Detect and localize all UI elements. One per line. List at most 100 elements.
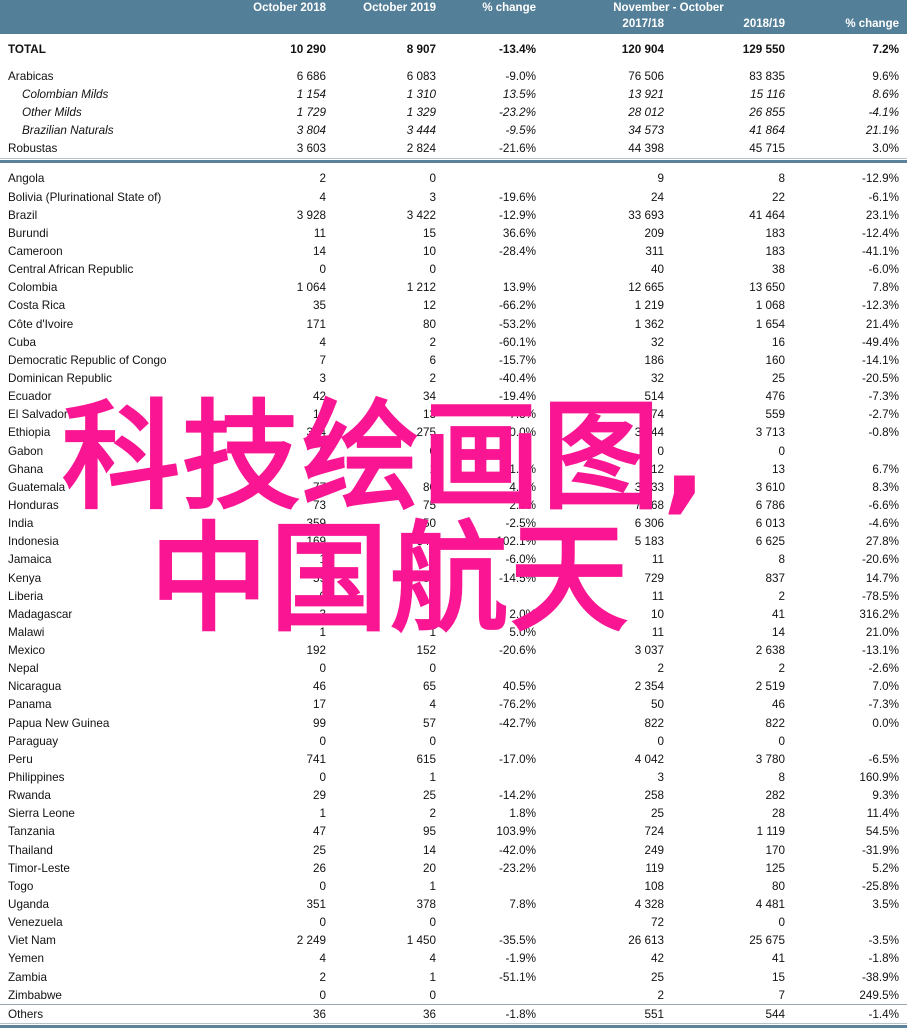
header-cell-blank-1: [223, 16, 334, 34]
row-value-2: 14: [422, 843, 436, 857]
row-value-2: 0: [429, 988, 436, 1002]
row-value-4: 2: [657, 988, 664, 1002]
row-value-1: 0: [319, 988, 326, 1002]
row-value-3: -9.0%: [505, 69, 536, 83]
row-value-4: 72: [650, 916, 664, 930]
table-row: Madagascar 3 3 2.0% 10 41 316.2%: [0, 605, 907, 623]
row-value-5: 6 013: [755, 517, 785, 531]
row-value-5: 41: [771, 952, 785, 966]
row-value-5: 13 650: [749, 281, 785, 295]
row-value-6: 23.1%: [865, 208, 899, 222]
row-label: Papua New Guinea: [8, 716, 110, 730]
row-value-4: 2: [657, 662, 664, 676]
row-value-4: 6 306: [634, 517, 664, 531]
row-value-4: 44 398: [628, 142, 664, 156]
row-value-6: 27.8%: [865, 535, 899, 549]
row-value-1: 3 928: [296, 208, 326, 222]
row-value-6: -12.9%: [861, 172, 899, 186]
row-value-5: 41: [771, 607, 785, 621]
row-value-6: 8.6%: [872, 87, 899, 101]
row-value-1: 2 249: [296, 934, 326, 948]
row-value-6: -1.4%: [868, 1007, 899, 1021]
row-value-1: 3: [319, 371, 326, 385]
row-value-3: -76.2%: [498, 698, 536, 712]
row-label: Costa Rica: [8, 299, 66, 313]
row-value-2: 20: [422, 861, 436, 875]
row-value-2: 3 444: [406, 124, 436, 138]
row-label: Rwanda: [8, 789, 51, 803]
row-value-1: 3 804: [296, 124, 326, 138]
row-value-2: 1: [429, 553, 436, 567]
row-value-1: 0: [319, 444, 326, 458]
row-value-4: 119: [645, 861, 664, 875]
row-value-5: 46: [771, 698, 785, 712]
row-value-4: 76 506: [628, 69, 664, 83]
row-label: Ethiopia: [8, 426, 51, 440]
row-value-1: 77: [312, 480, 326, 494]
row-value-3: -42.0%: [498, 843, 536, 857]
row-value-3: -1.8%: [505, 1007, 536, 1021]
row-value-1: 3 603: [296, 142, 326, 156]
row-value-5: 0: [778, 444, 785, 458]
row-label: Peru: [8, 752, 33, 766]
row-value-2: 1 212: [406, 281, 436, 295]
row-value-2: 2 824: [406, 142, 436, 156]
row-value-5: 2 519: [755, 680, 785, 694]
table-row: El Salvador 14 13 -7.8% 574 559 -2.7%: [0, 406, 907, 424]
row-value-4: 551: [644, 1007, 664, 1021]
row-value-5: 14: [771, 625, 785, 639]
row-value-3: -9.5%: [505, 124, 536, 138]
table-row: Tanzania 47 95 103.9% 724 1 119 54.5%: [0, 823, 907, 841]
row-value-1: 359: [306, 517, 326, 531]
table-row: Viet Nam 2 249 1 450 -35.5% 26 613 25 675 -3.5…: [0, 932, 907, 950]
row-value-5: 476: [765, 390, 785, 404]
table-row: Zambia 2 1 -51.1% 25 15 -38.9%: [0, 968, 907, 986]
row-value-1: 3: [319, 607, 326, 621]
row-value-6: 0.0%: [872, 716, 899, 730]
table-row: Cameroon 14 10 -28.4% 311 183 -41.1%: [0, 242, 907, 260]
row-value-2: 15: [422, 226, 436, 240]
row-value-3: -23.2%: [498, 861, 536, 875]
table-row: Kenya 59 50 -14.5% 729 837 14.7%: [0, 569, 907, 587]
row-value-2: 6 083: [406, 69, 436, 83]
row-value-2: 1: [429, 879, 436, 893]
row-value-5: 6 786: [755, 498, 785, 512]
row-value-6: -49.4%: [861, 335, 899, 349]
row-label: Venezuela: [8, 916, 63, 930]
row-value-3: -21.6%: [498, 142, 536, 156]
row-value-4: 42: [650, 952, 664, 966]
row-value-1: 17: [312, 698, 326, 712]
row-value-5: 0: [778, 916, 785, 930]
table-row: Rwanda 29 25 -14.2% 258 282 9.3%: [0, 787, 907, 805]
row-value-6: 3.5%: [872, 898, 899, 912]
row-value-6: -25.8%: [861, 879, 899, 893]
row-label: Mexico: [8, 644, 46, 658]
row-value-6: -78.5%: [861, 589, 899, 603]
row-value-5: 8: [778, 771, 785, 785]
row-value-6: -4.1%: [868, 105, 899, 119]
row-value-5: 8: [778, 172, 785, 186]
row-value-4: 3: [657, 771, 664, 785]
table-row: Democratic Republic of Congo 7 6 -15.7% 186 1…: [0, 351, 907, 369]
row-value-1: 42: [312, 390, 326, 404]
header-cell-2018-19: 2018/19: [743, 18, 785, 30]
row-label: Brazilian Naturals: [22, 124, 114, 138]
row-label: Dominican Republic: [8, 371, 112, 385]
row-value-4: 13 921: [628, 87, 664, 101]
exports-table-sheet: October 2018 October 2019 % change Novem…: [0, 0, 907, 1028]
row-value-2: 2: [429, 335, 436, 349]
row-value-4: 1 219: [634, 299, 664, 313]
row-value-3: -6.0%: [505, 553, 536, 567]
row-value-5: 13: [771, 462, 785, 476]
row-label: Sierra Leone: [8, 807, 75, 821]
row-value-1: 1 064: [296, 281, 326, 295]
row-value-4: 108: [644, 879, 664, 893]
row-value-1: 0: [319, 662, 326, 676]
row-value-2: 65: [422, 680, 436, 694]
row-value-2: 0: [429, 916, 436, 930]
row-label: Zimbabwe: [8, 988, 62, 1002]
row-value-5: 1 654: [755, 317, 785, 331]
row-value-4: 50: [650, 698, 664, 712]
row-label: Brazil: [8, 208, 38, 222]
